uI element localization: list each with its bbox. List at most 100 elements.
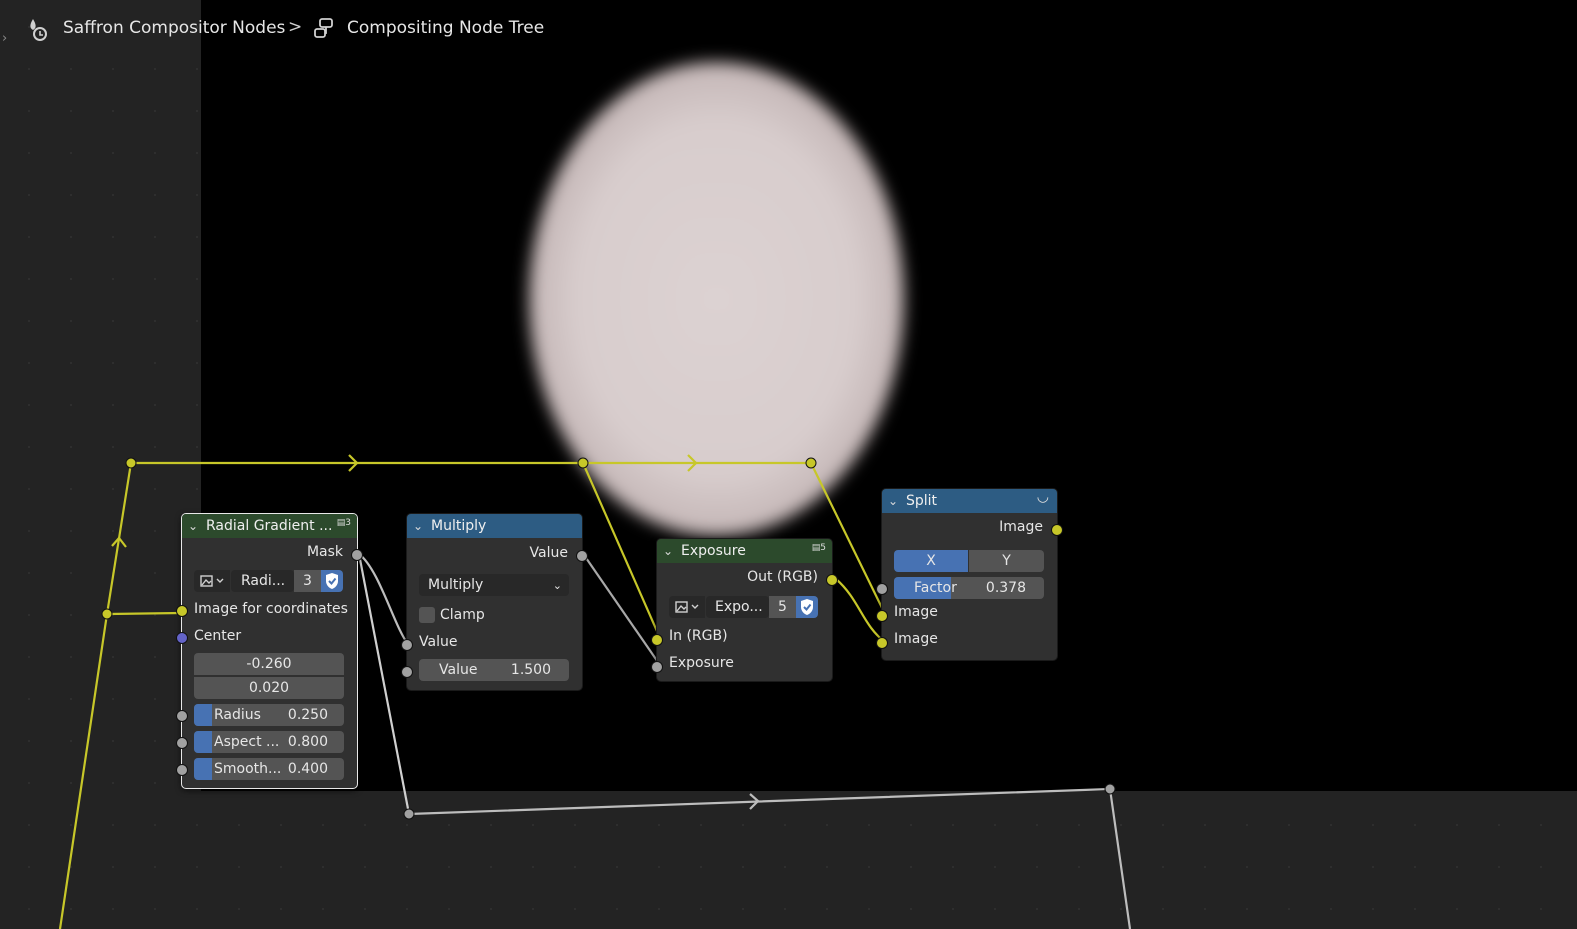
- link-reroute-to-exposure: [581, 462, 662, 639]
- input-value2-socket[interactable]: [401, 666, 413, 678]
- clamp-label: Clamp: [440, 607, 485, 623]
- fake-user-shield-icon[interactable]: [321, 570, 343, 592]
- input-center-socket[interactable]: [176, 632, 188, 644]
- radius-label: Radius: [214, 707, 261, 723]
- input-exposure-socket[interactable]: [651, 661, 663, 673]
- aspect-label: Aspect ...: [214, 734, 280, 750]
- radius-value: 0.250: [287, 707, 328, 723]
- node-group-name: Expo...: [715, 599, 763, 615]
- collapse-chevron-icon[interactable]: ⌄: [663, 544, 677, 558]
- node-group-users-field[interactable]: 5: [769, 596, 796, 618]
- center-x-value: -0.260: [246, 656, 292, 672]
- link-mask-to-multiply: [358, 553, 410, 646]
- reroute-node: [125, 457, 137, 469]
- split-header[interactable]: ⌄ Split ◡: [882, 489, 1057, 513]
- collapse-chevron-icon[interactable]: ⌄: [888, 494, 902, 508]
- node-group-name: Radi...: [241, 573, 286, 589]
- clamp-checkbox[interactable]: [419, 607, 435, 623]
- reroute-node: [101, 608, 113, 620]
- breadcrumb-file-name[interactable]: Saffron Compositor Nodes: [63, 18, 285, 38]
- multiply-header[interactable]: ⌄ Multiply: [407, 514, 582, 538]
- output-mask-socket[interactable]: [351, 549, 363, 561]
- radius-slider-fill: [194, 704, 212, 726]
- radius-slider[interactable]: Radius 0.250: [194, 704, 344, 726]
- input-image1-socket[interactable]: [876, 610, 888, 622]
- input-factor-socket[interactable]: [876, 583, 888, 595]
- factor-label: Factor: [914, 580, 957, 596]
- node-links: [58, 454, 1132, 929]
- operation-value: Multiply: [428, 577, 484, 593]
- preview-toggle-icon[interactable]: ◡: [1037, 489, 1049, 505]
- input-rgb-socket[interactable]: [651, 634, 663, 646]
- multiply-node[interactable]: ⌄ Multiply Value Multiply ⌄ Clamp Value …: [401, 513, 588, 691]
- exposure-node[interactable]: ⌄ Exposure ▤5 Out (RGB) Expo... 5 In (RG…: [651, 538, 838, 682]
- factor-value: 0.378: [985, 580, 1026, 596]
- collapse-chevron-icon[interactable]: ⌄: [413, 519, 427, 533]
- axis-x-button[interactable]: X: [894, 550, 968, 572]
- smoothness-slider[interactable]: Smooth... 0.400: [194, 758, 344, 780]
- input-image2-socket[interactable]: [876, 637, 888, 649]
- node-group-browse-icon[interactable]: [669, 596, 705, 618]
- center-x-field[interactable]: -0.260: [194, 653, 344, 675]
- reroute-node: [805, 457, 817, 469]
- fake-user-shield-icon[interactable]: [796, 596, 818, 618]
- axis-x-label: X: [926, 553, 936, 569]
- output-rgb-socket[interactable]: [826, 574, 838, 586]
- input-image-socket[interactable]: [176, 605, 188, 617]
- smoothness-value: 0.400: [287, 761, 328, 777]
- node-group-users-icon: ▤3: [336, 518, 351, 528]
- output-value-socket[interactable]: [576, 550, 588, 562]
- link-to-image-coords: [106, 611, 182, 616]
- node-group-name-field[interactable]: Expo...: [706, 596, 769, 618]
- node-group-users-field[interactable]: 3: [294, 570, 321, 592]
- sidebar-toggle-icon[interactable]: ›: [2, 31, 7, 46]
- node-users-count: 3: [345, 518, 351, 528]
- breadcrumb-node-tree[interactable]: Compositing Node Tree: [347, 18, 544, 38]
- input-radius-socket[interactable]: [176, 710, 188, 722]
- node-title: Radial Gradient ...: [206, 518, 333, 534]
- input-value-label: Value: [419, 634, 458, 650]
- value-field[interactable]: Value 1.500: [419, 659, 569, 681]
- value-field-value: 1.500: [510, 662, 551, 678]
- center-y-field[interactable]: 0.020: [194, 677, 344, 699]
- radial-gradient-header[interactable]: ⌄ Radial Gradient ... ▤3: [182, 514, 357, 538]
- aspect-slider-fill: [194, 731, 212, 753]
- factor-slider[interactable]: Factor 0.378: [894, 577, 1044, 599]
- link-gray-chain: [408, 787, 1132, 929]
- axis-y-button[interactable]: Y: [969, 550, 1044, 572]
- node-title: Multiply: [431, 518, 487, 534]
- split-node[interactable]: ⌄ Split ◡ Image X Y Factor 0.378 Image I…: [876, 488, 1063, 661]
- exposure-header[interactable]: ⌄ Exposure ▤5: [657, 539, 832, 563]
- input-image-label: Image for coordinates: [194, 601, 348, 617]
- input-center-label: Center: [194, 628, 242, 644]
- link-from-bottom: [58, 613, 109, 929]
- smoothness-label: Smooth...: [214, 761, 282, 777]
- input-smoothness-socket[interactable]: [176, 764, 188, 776]
- aspect-value: 0.800: [287, 734, 328, 750]
- output-image-label: Image: [999, 519, 1043, 535]
- node-group-name-field[interactable]: Radi...: [231, 570, 294, 592]
- reroute-node: [577, 457, 589, 469]
- output-mask-label: Mask: [306, 544, 343, 560]
- axis-y-label: Y: [1002, 553, 1011, 569]
- operation-dropdown[interactable]: Multiply ⌄: [419, 574, 569, 596]
- input-rgb-label: In (RGB): [669, 628, 728, 644]
- radial-gradient-node[interactable]: ⌄ Radial Gradient ... ▤3 Mask Radi... 3 …: [176, 513, 363, 789]
- input-exposure-label: Exposure: [669, 655, 734, 671]
- node-group-users-value: 3: [303, 573, 312, 589]
- input-image2-label: Image: [894, 631, 938, 647]
- node-group-browse-icon[interactable]: [194, 570, 230, 592]
- compositor-nodes-icon: [27, 16, 51, 46]
- node-tree-icon: [312, 17, 336, 45]
- aspect-slider[interactable]: Aspect ... 0.800: [194, 731, 344, 753]
- input-value-socket[interactable]: [401, 639, 413, 651]
- value-field-label: Value: [439, 662, 478, 678]
- collapse-chevron-icon[interactable]: ⌄: [188, 519, 202, 533]
- node-group-users-icon: ▤5: [811, 543, 826, 553]
- node-title: Split: [906, 493, 938, 509]
- node-title: Exposure: [681, 543, 746, 559]
- output-image-socket[interactable]: [1051, 524, 1063, 536]
- input-aspect-socket[interactable]: [176, 737, 188, 749]
- reroute-node: [403, 808, 415, 820]
- dropdown-chevron-icon: ⌄: [552, 578, 562, 592]
